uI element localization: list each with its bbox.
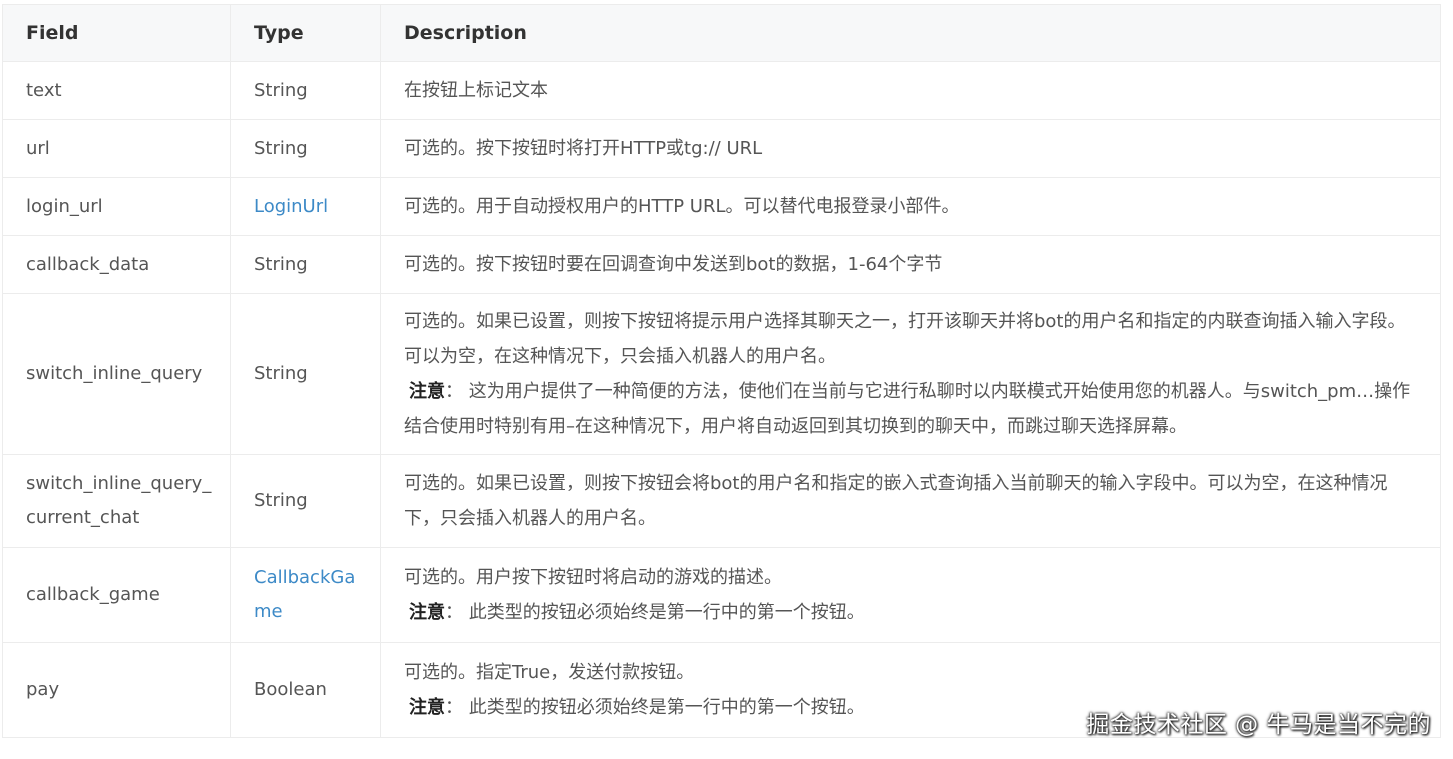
field-description: 可选的。按下按钮时将打开HTTP或tg:// URL	[380, 119, 1441, 178]
field-name: pay	[2, 642, 231, 738]
table-row: switch_inline_query_current_chat String …	[2, 454, 1441, 548]
note-text: ： 此类型的按钮必须始终是第一行中的第一个按钮。	[445, 602, 865, 623]
header-field: Field	[2, 4, 231, 62]
callback-game-type-link[interactable]: CallbackGame	[254, 567, 355, 622]
login-url-type-link[interactable]: LoginUrl	[254, 196, 328, 217]
field-description: 可选的。用于自动授权用户的HTTP URL。可以替代电报登录小部件。	[380, 177, 1441, 236]
table-row: url String 可选的。按下按钮时将打开HTTP或tg:// URL	[2, 119, 1441, 178]
note-label: 注意	[409, 381, 445, 402]
fields-table: Field Type Description text String 在按钮上标…	[2, 4, 1441, 738]
field-description: 可选的。用户按下按钮时将启动的游戏的描述。	[404, 567, 782, 588]
field-name: callback_data	[2, 235, 231, 294]
field-description: 可选的。如果已设置，则按下按钮将提示用户选择其聊天之一，打开该聊天并将bot的用…	[404, 311, 1406, 367]
table-row: callback_data String 可选的。按下按钮时要在回调查询中发送到…	[2, 235, 1441, 294]
field-description-cell: 可选的。如果已设置，则按下按钮将提示用户选择其聊天之一，打开该聊天并将bot的用…	[380, 293, 1441, 455]
field-type: String	[230, 235, 381, 294]
note-label: 注意	[409, 697, 445, 718]
note-text: ： 这为用户提供了一种简便的方法，使他们在当前与它进行私聊时以内联模式开始使用您…	[404, 381, 1411, 437]
watermark: 掘金技术社区 @ 牛马是当不完的	[1086, 712, 1431, 738]
field-description: 可选的。按下按钮时要在回调查询中发送到bot的数据，1-64个字节	[380, 235, 1441, 294]
field-type-cell: LoginUrl	[230, 177, 381, 236]
field-type: String	[230, 293, 381, 455]
field-type-cell: CallbackGame	[230, 547, 381, 643]
note-line: 注意： 这为用户提供了一种简便的方法，使他们在当前与它进行私聊时以内联模式开始使…	[404, 374, 1412, 444]
field-description-cell: 可选的。用户按下按钮时将启动的游戏的描述。 注意： 此类型的按钮必须始终是第一行…	[380, 547, 1441, 643]
note-label: 注意	[409, 602, 445, 623]
field-name: login_url	[2, 177, 231, 236]
table-row: callback_game CallbackGame 可选的。用户按下按钮时将启…	[2, 547, 1441, 643]
table-header-row: Field Type Description	[2, 4, 1441, 62]
header-type: Type	[230, 4, 381, 62]
field-name: switch_inline_query_current_chat	[2, 454, 231, 548]
field-type: String	[230, 454, 381, 548]
field-type: String	[230, 61, 381, 120]
note-line: 注意： 此类型的按钮必须始终是第一行中的第一个按钮。	[404, 595, 1412, 630]
field-description: 在按钮上标记文本	[380, 61, 1441, 120]
table-row: switch_inline_query String 可选的。如果已设置，则按下…	[2, 293, 1441, 455]
table-row: text String 在按钮上标记文本	[2, 61, 1441, 120]
field-name: callback_game	[2, 547, 231, 643]
field-name: switch_inline_query	[2, 293, 231, 455]
field-type: String	[230, 119, 381, 178]
header-description: Description	[380, 4, 1441, 62]
field-name: url	[2, 119, 231, 178]
table-row: login_url LoginUrl 可选的。用于自动授权用户的HTTP URL…	[2, 177, 1441, 236]
field-name: text	[2, 61, 231, 120]
field-description: 可选的。指定True，发送付款按钮。	[404, 662, 695, 683]
field-description: 可选的。如果已设置，则按下按钮会将bot的用户名和指定的嵌入式查询插入当前聊天的…	[380, 454, 1441, 548]
field-type: Boolean	[230, 642, 381, 738]
note-text: ： 此类型的按钮必须始终是第一行中的第一个按钮。	[445, 697, 865, 718]
